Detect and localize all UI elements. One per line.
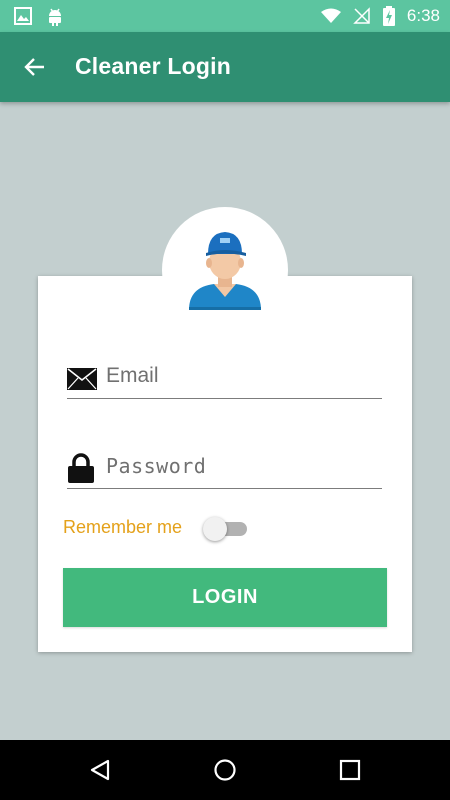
status-time: 6:38: [406, 6, 440, 25]
page-title: Cleaner Login: [75, 53, 231, 79]
back-arrow-icon[interactable]: [22, 54, 48, 80]
toggle-thumb: [203, 517, 227, 541]
password-field: [67, 448, 382, 489]
password-input[interactable]: [106, 448, 376, 484]
remember-me-label: Remember me: [63, 517, 183, 537]
envelope-icon: [67, 368, 97, 390]
avatar: [162, 207, 288, 333]
remember-me-toggle[interactable]: [203, 516, 248, 542]
no-signal-icon: [353, 7, 370, 24]
login-button[interactable]: LOGIN: [63, 568, 387, 627]
navigation-bar: [0, 740, 450, 800]
image-icon: [14, 7, 32, 25]
home-circle-icon[interactable]: [213, 758, 237, 782]
back-triangle-icon[interactable]: [88, 758, 112, 782]
recents-square-icon[interactable]: [338, 758, 362, 782]
wifi-icon: [320, 8, 341, 23]
email-input[interactable]: [106, 358, 376, 394]
email-field: [67, 358, 382, 399]
battery-charging-icon: [382, 6, 395, 26]
app-bar: Cleaner Login: [0, 32, 450, 102]
lock-icon: [68, 453, 94, 483]
android-icon: [49, 8, 61, 26]
status-bar: 6:38: [0, 0, 450, 32]
cleaner-avatar-icon: [189, 232, 261, 310]
